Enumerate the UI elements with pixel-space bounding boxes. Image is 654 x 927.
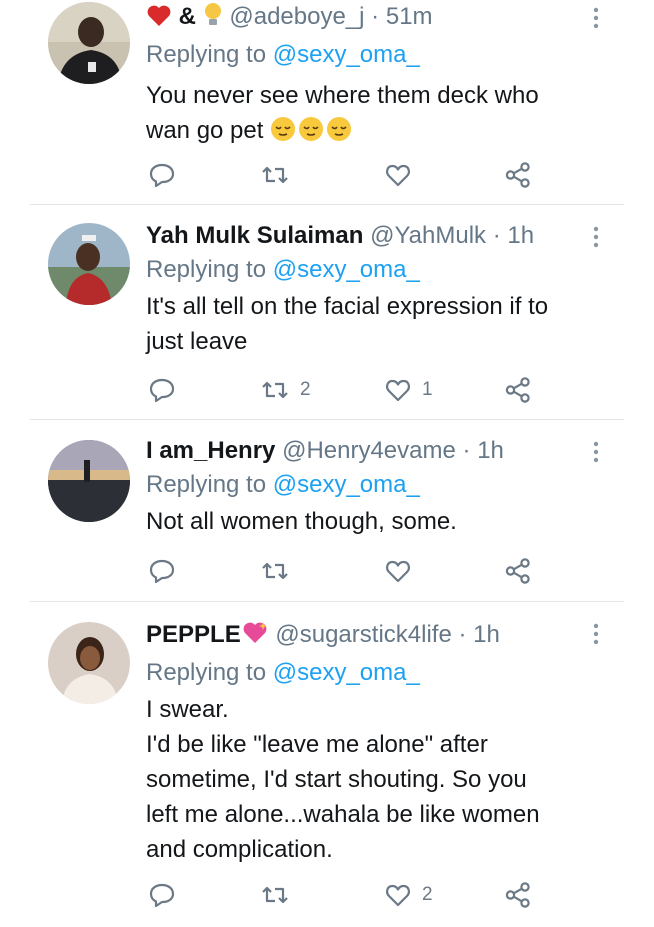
replying-handle[interactable]: @sexy_oma_ bbox=[273, 659, 420, 686]
like-button[interactable]: 1 bbox=[384, 375, 433, 405]
separator-dot: · bbox=[371, 3, 380, 30]
like-count: 2 bbox=[422, 884, 433, 905]
heart-icon bbox=[386, 884, 410, 907]
user-handle[interactable]: @adeboye_j bbox=[229, 3, 364, 30]
reply-button[interactable] bbox=[148, 556, 186, 586]
tweet-text-line: I'd be like "leave me alone" after bbox=[146, 731, 488, 758]
heart-icon bbox=[386, 379, 410, 402]
share-icon bbox=[505, 377, 530, 403]
share-button[interactable] bbox=[504, 160, 532, 190]
separator-dot: · bbox=[462, 437, 471, 464]
retweet-count: 2 bbox=[300, 379, 311, 400]
reply-button[interactable] bbox=[148, 375, 186, 405]
avatar[interactable] bbox=[48, 223, 130, 305]
tweet-text: You never see where them deck who wan go… bbox=[146, 78, 596, 148]
lightbulb-emoji-icon bbox=[203, 2, 223, 38]
heart-emoji-icon bbox=[146, 4, 172, 38]
retweet-button[interactable] bbox=[260, 160, 300, 190]
more-options-icon[interactable] bbox=[592, 440, 600, 464]
avatar[interactable] bbox=[48, 622, 130, 704]
tweet[interactable]: & @adeboye_j · 51m Replying to @sexy_oma… bbox=[0, 0, 654, 205]
timestamp[interactable]: 1h bbox=[507, 222, 534, 249]
heart-icon bbox=[386, 560, 410, 583]
user-handle[interactable]: @YahMulk bbox=[370, 222, 486, 249]
user-handle[interactable]: @Henry4evame bbox=[282, 437, 456, 464]
sparkling-heart-emoji-icon bbox=[241, 620, 269, 656]
tweet-text: I swear. I'd be like "leave me alone" af… bbox=[146, 692, 596, 867]
reply-icon bbox=[149, 378, 175, 403]
avatar[interactable] bbox=[48, 2, 130, 84]
tweet-text-line: You never see where them deck who bbox=[146, 82, 539, 109]
retweet-button[interactable] bbox=[260, 556, 300, 586]
tweet-text-line: I swear. bbox=[146, 696, 229, 723]
tweet-actions: 2 1 bbox=[146, 375, 546, 405]
display-name[interactable]: Yah Mulk Sulaiman bbox=[146, 222, 363, 249]
share-button[interactable] bbox=[504, 375, 532, 405]
reply-icon bbox=[149, 559, 175, 584]
retweet-icon bbox=[262, 166, 288, 184]
like-button[interactable]: 2 bbox=[384, 880, 433, 910]
retweet-button[interactable]: 2 bbox=[260, 375, 311, 405]
more-options-icon[interactable] bbox=[592, 225, 600, 249]
like-count: 1 bbox=[422, 379, 433, 400]
tweet-text-line: Not all women though, some. bbox=[146, 508, 457, 535]
tweet-actions bbox=[146, 556, 546, 586]
user-handle[interactable]: @sugarstick4life bbox=[275, 621, 451, 648]
timestamp[interactable]: 51m bbox=[386, 3, 433, 30]
tweet-text-line: sometime, I'd start shouting. So you bbox=[146, 766, 527, 793]
tweet-text-line: left me alone...wahala be like women bbox=[146, 801, 540, 828]
tweet-text-line: wan go pet bbox=[146, 117, 264, 144]
separator-dot: · bbox=[458, 621, 467, 648]
share-button[interactable] bbox=[504, 880, 532, 910]
display-name[interactable]: I am_Henry bbox=[146, 437, 275, 464]
more-options-icon[interactable] bbox=[592, 6, 600, 30]
share-icon bbox=[505, 162, 530, 188]
retweet-icon bbox=[262, 562, 288, 580]
tweet[interactable]: PEPPLE @sugarstick4life · 1h Replying to… bbox=[0, 602, 654, 927]
replying-handle[interactable]: @sexy_oma_ bbox=[273, 256, 420, 283]
replying-label: Replying to bbox=[146, 256, 267, 283]
tweet[interactable]: I am_Henry @Henry4evame · 1h Replying to… bbox=[0, 420, 654, 602]
tweet-actions: 2 bbox=[146, 880, 546, 910]
tweet-text-line: and complication. bbox=[146, 836, 333, 863]
more-options-icon[interactable] bbox=[592, 622, 600, 646]
like-button[interactable] bbox=[384, 556, 422, 586]
reply-feed: & @adeboye_j · 51m Replying to @sexy_oma… bbox=[0, 0, 654, 927]
replying-handle[interactable]: @sexy_oma_ bbox=[273, 471, 420, 498]
replying-label: Replying to bbox=[146, 659, 267, 686]
tweet-text-line: just leave bbox=[146, 328, 248, 355]
share-icon bbox=[505, 558, 530, 584]
name-prefix: & bbox=[178, 3, 197, 30]
reply-button[interactable] bbox=[148, 160, 186, 190]
relieved-face-emoji-icon bbox=[270, 117, 354, 144]
heart-icon bbox=[386, 164, 410, 187]
replying-label: Replying to bbox=[146, 41, 267, 68]
tweet[interactable]: Yah Mulk Sulaiman @YahMulk · 1h Replying… bbox=[0, 205, 654, 420]
retweet-button[interactable] bbox=[260, 880, 300, 910]
timestamp[interactable]: 1h bbox=[473, 621, 500, 648]
replying-label: Replying to bbox=[146, 471, 267, 498]
reply-button[interactable] bbox=[148, 880, 186, 910]
like-button[interactable] bbox=[384, 160, 422, 190]
share-button[interactable] bbox=[504, 556, 532, 586]
separator-dot: · bbox=[492, 222, 501, 249]
tweet-text-line: It's all tell on the facial expression i… bbox=[146, 293, 549, 320]
tweet-text: It's all tell on the facial expression i… bbox=[146, 289, 596, 359]
share-icon bbox=[505, 882, 530, 908]
avatar[interactable] bbox=[48, 440, 130, 522]
reply-icon bbox=[149, 883, 175, 908]
replying-handle[interactable]: @sexy_oma_ bbox=[273, 41, 420, 68]
reply-icon bbox=[149, 163, 175, 188]
retweet-icon bbox=[262, 381, 288, 399]
tweet-text: Not all women though, some. bbox=[146, 504, 596, 539]
tweet-actions bbox=[146, 160, 546, 190]
display-name[interactable]: PEPPLE bbox=[146, 621, 241, 648]
timestamp[interactable]: 1h bbox=[477, 437, 504, 464]
retweet-icon bbox=[262, 886, 288, 904]
